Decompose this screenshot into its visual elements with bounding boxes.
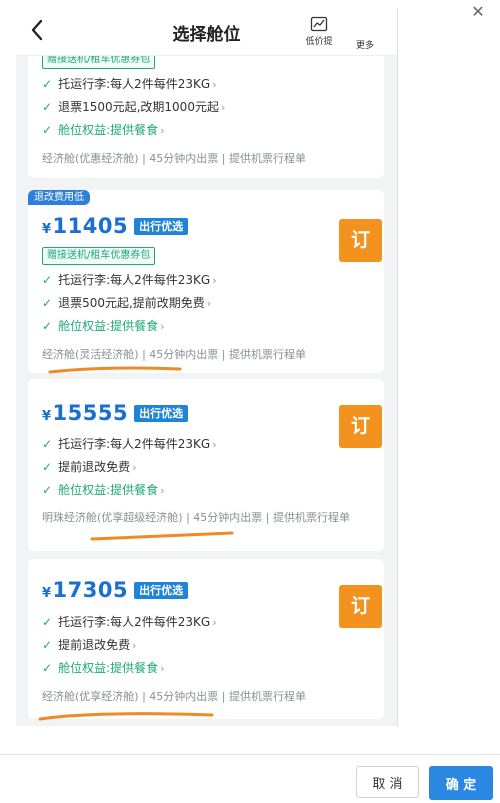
card-lines: ✓ 托运行李:每人2件每件23KG › ✓ 提前退改免费 › ✓ 舱位权益:提供餐食 › <box>42 433 217 502</box>
cabin-card[interactable]: ¥15555 出行优选 ✓ 托运行李:每人2件每件23KG › ✓ 提前退改免费 › ✓… <box>28 379 384 551</box>
chevron-right-icon: › <box>132 461 137 474</box>
book-button[interactable]: 订 <box>339 405 382 448</box>
card-footer: 明珠经济舱(优享超级经济舱) | 45分钟内出票 | 提供机票行程单 <box>42 511 350 524</box>
book-button[interactable]: 订 <box>339 219 382 262</box>
card-footer: 经济舱(优惠经济舱) | 45分钟内出票 | 提供机票行程单 <box>42 152 306 165</box>
low-price-alert-button[interactable]: 低价提 <box>299 16 339 47</box>
price: ¥15555 <box>42 401 129 425</box>
check-icon: ✓ <box>42 77 53 91</box>
chevron-right-icon: › <box>160 320 165 333</box>
baggage-line[interactable]: ✓ 托运行李:每人2件每件23KG › <box>42 269 217 292</box>
gift-tag: 赠接送机/租车优惠券包 <box>42 247 156 265</box>
price-row: ¥17305 出行优选 <box>42 578 189 602</box>
card-lines: ✓ 托运行李:每人2件每件23KG › ✓ 退票1500元起,改期1000元起 › ✓ 舱… <box>42 73 225 142</box>
baggage-line[interactable]: ✓ 托运行李:每人2件每件23KG › <box>42 611 217 634</box>
chevron-right-icon: › <box>212 616 217 629</box>
price: ¥17305 <box>42 578 129 602</box>
chevron-right-icon: › <box>160 124 165 137</box>
baggage-line[interactable]: ✓ 托运行李:每人2件每件23KG › <box>42 73 225 96</box>
cabin-list[interactable]: 赠接送机/租车优惠券包 ✓ 托运行李:每人2件每件23KG › ✓ 退票1500元起,… <box>16 8 397 726</box>
low-fee-badge: 退改费用低 <box>28 190 90 205</box>
chart-trend-icon <box>310 16 328 32</box>
check-icon: ✓ <box>42 638 53 652</box>
chevron-right-icon: › <box>212 438 217 451</box>
cancel-button[interactable]: 取 消 <box>356 766 419 798</box>
check-icon: ✓ <box>42 483 53 497</box>
preferred-badge: 出行优选 <box>134 581 189 599</box>
card-lines: ✓ 托运行李:每人2件每件23KG › ✓ 退票500元起,提前改期免费 › ✓ 舱位权益… <box>42 269 217 338</box>
preferred-badge: 出行优选 <box>134 404 189 422</box>
check-icon: ✓ <box>42 100 53 114</box>
refund-line[interactable]: ✓ 退票500元起,提前改期免费 › <box>42 292 217 315</box>
page-title: 选择舱位 <box>172 25 241 45</box>
check-icon: ✓ <box>42 661 53 675</box>
more-button[interactable]: 更多 <box>356 38 374 51</box>
price-row: ¥11405 出行优选 <box>42 214 189 238</box>
chevron-right-icon: › <box>212 78 217 91</box>
check-icon: ✓ <box>42 319 53 333</box>
card-lines: ✓ 托运行李:每人2件每件23KG › ✓ 提前退改免费 › ✓ 舱位权益:提供餐食 › <box>42 611 217 680</box>
confirm-button[interactable]: 确 定 <box>429 766 493 800</box>
mobile-screen: 赠接送机/租车优惠券包 ✓ 托运行李:每人2件每件23KG › ✓ 退票1500元起,… <box>16 8 398 726</box>
card-footer: 经济舱(灵活经济舱) | 45分钟内出票 | 提供机票行程单 <box>42 348 306 361</box>
chevron-right-icon: › <box>220 101 226 114</box>
cabin-card[interactable]: ¥11405 出行优选 赠接送机/租车优惠券包 ✓ 托运行李:每人2件每件23KG… <box>28 190 384 373</box>
cabin-card[interactable]: ¥17305 出行优选 ✓ 托运行李:每人2件每件23KG › ✓ 提前退改免费 › ✓… <box>28 559 384 719</box>
baggage-line[interactable]: ✓ 托运行李:每人2件每件23KG › <box>42 433 217 456</box>
chevron-right-icon: › <box>160 484 165 497</box>
low-price-label: 低价提 <box>305 37 333 47</box>
check-icon: ✓ <box>42 615 53 629</box>
chevron-right-icon: › <box>206 297 212 310</box>
close-icon[interactable]: ✕ <box>468 2 488 22</box>
benefit-line[interactable]: ✓ 舱位权益:提供餐食 › <box>42 119 225 142</box>
preferred-badge: 出行优选 <box>134 217 189 235</box>
card-footer: 经济舱(优享经济舱) | 45分钟内出票 | 提供机票行程单 <box>42 690 306 703</box>
refund-line[interactable]: ✓ 提前退改免费 › <box>42 456 217 479</box>
check-icon: ✓ <box>42 437 53 451</box>
footer-divider <box>0 754 500 755</box>
refund-line[interactable]: ✓ 提前退改免费 › <box>42 634 217 657</box>
book-button[interactable]: 订 <box>339 585 382 628</box>
benefit-line[interactable]: ✓ 舱位权益:提供餐食 › <box>42 315 217 338</box>
check-icon: ✓ <box>42 460 53 474</box>
refund-line[interactable]: ✓ 退票1500元起,改期1000元起 › <box>42 96 225 119</box>
check-icon: ✓ <box>42 296 53 310</box>
benefit-line[interactable]: ✓ 舱位权益:提供餐食 › <box>42 479 217 502</box>
chevron-right-icon: › <box>160 662 165 675</box>
chevron-right-icon: › <box>132 639 137 652</box>
nav-bar: 选择舱位 低价提 更多 <box>16 8 397 56</box>
check-icon: ✓ <box>42 273 53 287</box>
price: ¥11405 <box>42 214 129 238</box>
benefit-line[interactable]: ✓ 舱位权益:提供餐食 › <box>42 657 217 680</box>
chevron-right-icon: › <box>212 274 217 287</box>
check-icon: ✓ <box>42 123 53 137</box>
price-row: ¥15555 出行优选 <box>42 401 189 425</box>
